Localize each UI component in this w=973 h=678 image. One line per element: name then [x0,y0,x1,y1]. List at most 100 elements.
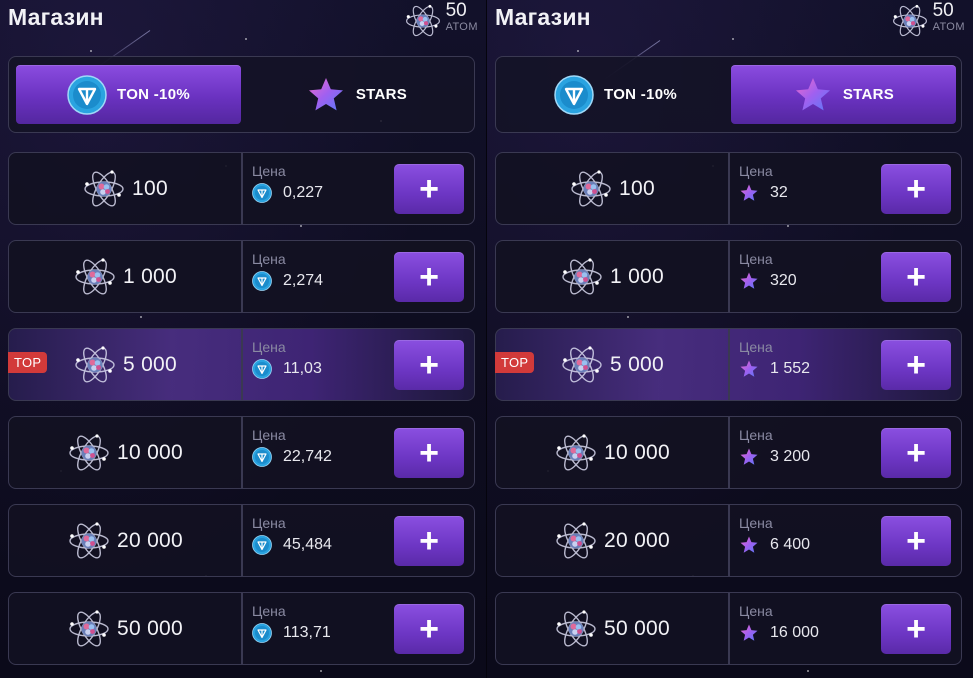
balance-unit: АТОМ [932,21,965,33]
price-value: 22,742 [283,448,332,465]
balance-value: 50 [932,0,954,21]
balance-unit: АТОМ [445,21,478,33]
buy-button[interactable]: + [394,164,464,214]
amount-value: 10 000 [116,440,184,464]
package-amount: 20 000 [496,505,728,576]
atom-icon [82,167,126,211]
package-amount: 50 000 [496,593,728,664]
price-block: Цена 2,274 [252,251,323,291]
background-star [732,38,734,40]
row-separator [241,505,243,576]
star-icon [739,359,759,379]
tab-stars[interactable]: STARS [244,65,469,124]
price-block: Цена 6 400 [739,515,810,555]
ton-icon [252,623,272,643]
row-separator [728,153,730,224]
amount-value: 1 000 [122,264,178,288]
price-label: Цена [739,427,773,443]
package-amount: 20 000 [9,505,241,576]
price-block: Цена 22,742 [252,427,332,467]
background-star [245,38,247,40]
tab-label: STARS [842,86,895,103]
row-separator [241,593,243,664]
ton-icon [67,74,107,115]
top-badge: TOP [8,352,48,373]
amount-value: 10 000 [603,440,671,464]
tab-label: TON -10% [117,86,190,103]
package-row: 50 000 Цена 113,71 + [8,592,475,665]
atom-icon [560,343,604,387]
shop-panel-ton: Магазин 50 АТОМ TON -10% STARS 100 Цена … [0,0,486,678]
row-separator [728,593,730,664]
price-value: 0,227 [283,184,324,201]
tab-stars[interactable]: STARS [731,65,956,124]
buy-button[interactable]: + [881,516,951,566]
price-value: 45,484 [283,536,332,553]
ton-icon [554,74,594,115]
price-label: Цена [252,603,286,619]
row-separator [241,241,243,312]
tab-ton[interactable]: TON -10% [503,65,728,124]
price-label: Цена [252,515,286,531]
buy-button[interactable]: + [394,428,464,478]
price-block: Цена 3 200 [739,427,810,467]
atom-icon [67,431,111,475]
price-block: Цена 320 [739,251,797,291]
buy-button[interactable]: + [394,516,464,566]
ton-icon [252,447,272,467]
price-label: Цена [252,251,286,267]
buy-button[interactable]: + [881,252,951,302]
shop-title: Магазин [495,4,591,30]
price-value: 113,71 [283,624,331,641]
atom-icon [554,607,598,651]
package-amount: 1 000 [496,241,728,312]
package-row: 10 000 Цена 22,742 + [8,416,475,489]
background-star [140,316,142,318]
row-separator [728,329,730,400]
currency-tabs: TON -10% STARS [495,56,962,133]
buy-button[interactable]: + [394,340,464,390]
buy-button[interactable]: + [394,604,464,654]
top-badge: TOP [495,352,535,373]
amount-value: 100 [132,176,168,200]
buy-button[interactable]: + [881,164,951,214]
atom-balance: 50 АТОМ [404,1,478,40]
amount-value: 50 000 [603,616,671,640]
background-star [627,316,629,318]
package-amount: 10 000 [496,417,728,488]
atom-icon [404,2,442,40]
price-label: Цена [739,603,773,619]
atom-icon [73,255,117,299]
price-label: Цена [252,339,286,355]
buy-button[interactable]: + [881,428,951,478]
row-separator [241,417,243,488]
package-row: 20 000 Цена 6 400 + [495,504,962,577]
star-icon [739,183,759,203]
amount-value: 20 000 [116,528,184,552]
price-value: 3 200 [770,448,811,465]
atom-icon [891,2,929,40]
buy-button[interactable]: + [394,252,464,302]
background-star [807,670,809,672]
package-row: 5 000 TOP Цена 1 552 + [495,328,962,401]
tab-ton[interactable]: TON -10% [16,65,241,124]
currency-tabs: TON -10% STARS [8,56,475,133]
price-value: 16 000 [770,624,819,641]
background-star [320,670,322,672]
buy-button[interactable]: + [881,340,951,390]
amount-value: 5 000 [609,352,665,376]
price-block: Цена 32 [739,163,788,203]
price-value: 6 400 [770,536,811,553]
ton-icon [252,183,272,203]
row-separator [728,505,730,576]
package-row: 50 000 Цена 16 000 + [495,592,962,665]
amount-value: 20 000 [603,528,671,552]
ton-icon [252,271,272,291]
star-icon [739,623,759,643]
price-value: 1 552 [770,360,811,377]
tab-label: TON -10% [604,86,677,103]
price-block: Цена 11,03 [252,339,322,379]
background-star [300,225,302,227]
buy-button[interactable]: + [881,604,951,654]
background-star [577,50,579,52]
